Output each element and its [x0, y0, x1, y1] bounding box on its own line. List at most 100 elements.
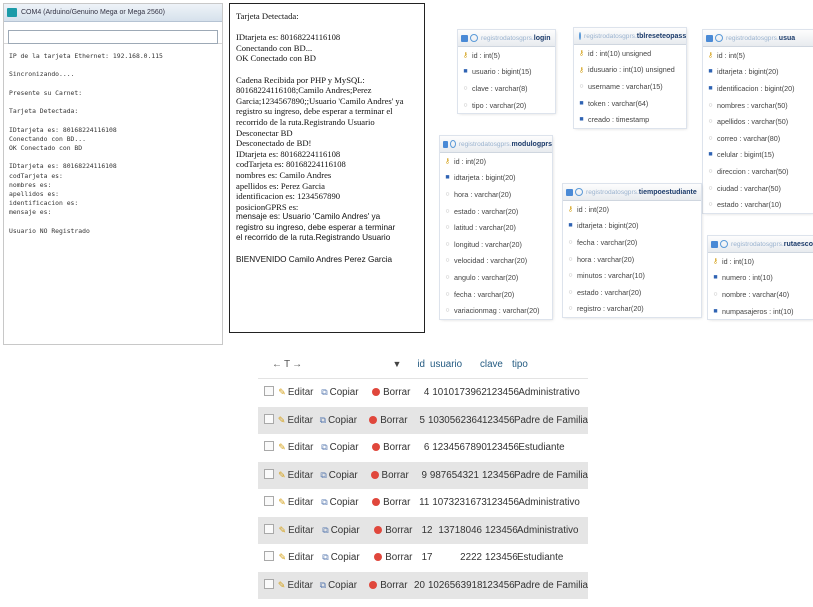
toggle-icon[interactable]: [715, 34, 723, 42]
copy-link[interactable]: ⧉ Copiar: [321, 497, 372, 508]
db-table-login[interactable]: registrodatosgprs. login ⚷ id : int(5) ■ usua…: [458, 30, 555, 114]
table-row: ✎ Editar ⧉ Copiar Borrar 4 1010173962 123456 Adm…: [258, 379, 588, 407]
db-table-header[interactable]: registrodatosgprs. tiempoestudiante: [563, 184, 701, 201]
db-table-header[interactable]: registrodatosgprs. tblreseteopass: [574, 28, 686, 45]
serial-send-input[interactable]: [8, 29, 218, 44]
edit-link[interactable]: ✎ Editar: [279, 525, 323, 536]
db-table-usua[interactable]: registrodatosgprs. usua ⚷ id : int(5) ■ idtar…: [703, 30, 813, 213]
db-field-label: numpasajeros : int(10): [722, 306, 794, 316]
serial-output-line: [9, 61, 222, 70]
row-checkbox[interactable]: [264, 413, 274, 424]
row-checkbox[interactable]: [264, 578, 274, 589]
response-line: el recorrido de la ruta.Registrando Usua…: [236, 233, 391, 243]
column-header-id[interactable]: id: [409, 359, 428, 370]
copy-link[interactable]: ⧉ Copiar: [320, 415, 370, 426]
sort-desc-icon[interactable]: ▼: [385, 359, 409, 369]
cell-usuario: 2222: [460, 552, 482, 564]
row-checkbox[interactable]: [264, 523, 274, 534]
db-table-tiempoestudiante[interactable]: registrodatosgprs. tiempoestudiante ⚷ id : …: [563, 184, 701, 318]
table-name: tiempoestudiante: [638, 188, 697, 196]
delete-label: Borrar: [383, 442, 411, 454]
edit-link[interactable]: ✎ Editar: [279, 552, 323, 563]
column-header-tipo[interactable]: tipo: [510, 359, 528, 370]
row-checkbox[interactable]: [264, 551, 274, 562]
delete-link[interactable]: Borrar: [372, 497, 415, 508]
delete-link[interactable]: Borrar: [372, 387, 415, 398]
delete-link[interactable]: Borrar: [374, 525, 418, 536]
db-table-header[interactable]: registrodatosgprs. usua: [703, 30, 813, 47]
table-row: ✎ Editar ⧉ Copiar Borrar 6 1234567890 123456 Est…: [258, 434, 588, 462]
db-field-label: apellidos : varchar(50): [717, 117, 789, 127]
row-checkbox[interactable]: [264, 468, 274, 479]
delete-link[interactable]: Borrar: [369, 415, 411, 426]
response-line: IDtarjeta es: 80168224116108: [236, 32, 341, 43]
toggle-icon[interactable]: [575, 188, 583, 196]
row-checkbox[interactable]: [264, 386, 274, 397]
db-table-modulogprs[interactable]: registrodatosgprs. modulogprs ⚷ id : int(20…: [440, 136, 552, 319]
table-name: modulogprs: [511, 140, 552, 148]
copy-label: Copiar: [328, 414, 357, 426]
copy-label: Copiar: [329, 442, 359, 454]
toggle-icon[interactable]: [579, 32, 581, 40]
serial-output-line: Presente su Carnet:: [9, 88, 83, 97]
pencil-icon: ✎: [278, 469, 286, 480]
delete-link[interactable]: Borrar: [372, 442, 415, 453]
copy-link[interactable]: ⧉ Copiar: [320, 470, 370, 481]
db-field-label: identificacion : bigint(20): [717, 83, 795, 93]
db-field-row: ○ registro : varchar(20): [563, 301, 701, 318]
column-header-clave[interactable]: clave: [480, 359, 510, 370]
cell-tipo: Administrativo: [516, 524, 579, 536]
edit-link[interactable]: ✎ Editar: [278, 470, 320, 481]
db-table-header[interactable]: registrodatosgprs. modulogprs: [440, 136, 552, 153]
primary-key-icon: ⚷: [567, 206, 574, 214]
pencil-icon: ✎: [277, 579, 286, 590]
toggle-icon[interactable]: [470, 34, 478, 42]
edit-link[interactable]: ✎ Editar: [278, 387, 321, 398]
column-icon: ○: [445, 290, 450, 298]
serial-monitor-titlebar[interactable]: COM4 (Arduino/Genuino Mega or Mega 2560): [4, 4, 222, 22]
db-table-header[interactable]: registrodatosgprs. rutaesco: [708, 236, 813, 253]
edit-link[interactable]: ✎ Editar: [278, 442, 321, 453]
index-icon: ■: [579, 99, 584, 107]
copy-link[interactable]: ⧉ Copiar: [321, 442, 372, 453]
row-checkbox[interactable]: [264, 496, 274, 507]
copy-link[interactable]: ⧉ Copiar: [322, 552, 374, 563]
copy-link[interactable]: ⧉ Copiar: [320, 580, 370, 591]
toggle-icon[interactable]: [720, 240, 728, 248]
response-line: Conectando con BD...: [236, 42, 313, 53]
column-resize-arrows-icon[interactable]: ←T→: [258, 359, 385, 370]
db-field-label: token : varchar(64): [588, 98, 649, 108]
db-name: registrodatosgprs: [458, 140, 510, 148]
db-table-header[interactable]: registrodatosgprs. login: [458, 30, 555, 47]
toggle-icon[interactable]: [449, 140, 456, 148]
table-icon: [711, 240, 718, 248]
row-checkbox-cell: [258, 551, 279, 564]
serial-output-line: Sincronizando....: [9, 70, 75, 79]
edit-link[interactable]: ✎ Editar: [278, 580, 320, 591]
serial-output-line: OK Conectado con BD: [9, 143, 83, 152]
serial-output-line: IDtarjeta es: 80168224116108: [9, 125, 117, 134]
copy-link[interactable]: ⧉ Copiar: [321, 387, 372, 398]
edit-link[interactable]: ✎ Editar: [278, 415, 320, 426]
db-table-rutaesco[interactable]: registrodatosgprs. rutaesco ⚷ id : int(10) ■…: [708, 236, 813, 320]
column-icon: ○: [445, 224, 450, 232]
table-name: tblreseteopass: [636, 32, 686, 40]
column-header-usuario[interactable]: usuario: [428, 359, 480, 370]
db-table-tblreseteopass[interactable]: registrodatosgprs. tblreseteopass ⚷ id : in…: [574, 28, 686, 128]
index-icon: ■: [708, 151, 713, 159]
db-field-label: id : int(20): [454, 156, 486, 166]
db-field-label: fecha : varchar(20): [577, 237, 638, 247]
copy-link[interactable]: ⧉ Copiar: [322, 525, 374, 536]
serial-output-line: codTarjeta es:: [9, 171, 63, 180]
column-icon: ○: [568, 238, 573, 246]
row-checkbox[interactable]: [264, 441, 274, 452]
column-icon: ○: [708, 118, 713, 126]
db-name: registrodatosgprs: [586, 188, 637, 196]
delete-link[interactable]: Borrar: [370, 470, 413, 481]
edit-link[interactable]: ✎ Editar: [278, 497, 321, 508]
cell-tipo: Padre de Familia: [513, 414, 588, 426]
cell-tipo: Administrativo: [518, 387, 580, 399]
delete-link[interactable]: Borrar: [374, 552, 418, 563]
cell-clave: 123456: [481, 414, 515, 426]
delete-link[interactable]: Borrar: [369, 580, 411, 591]
